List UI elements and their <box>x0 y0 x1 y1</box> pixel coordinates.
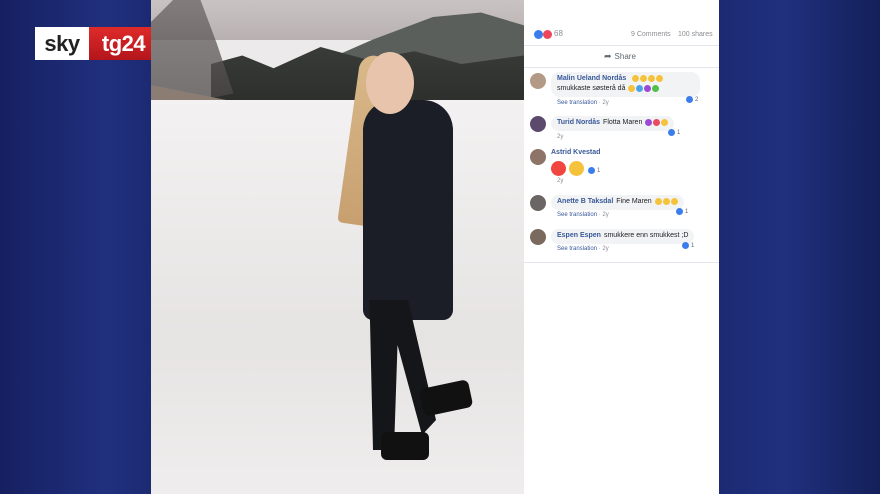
share-arrow-icon: ➦ <box>604 51 612 61</box>
comment-meta: See translation · 2y <box>557 100 609 106</box>
avatar[interactable] <box>530 229 546 245</box>
comments-count[interactable]: 9 Comments <box>631 31 671 38</box>
like-icon <box>682 242 689 249</box>
like-icon <box>588 167 595 174</box>
comment-meta: 2y <box>557 134 564 140</box>
share-button[interactable]: ➦ Share <box>604 51 636 62</box>
see-translation-link[interactable]: See translation <box>557 100 597 106</box>
action-bar: ➦ Share <box>524 45 719 68</box>
post-photo <box>151 0 524 494</box>
left-background-panel <box>0 0 151 494</box>
logo-sky-text: sky <box>35 27 89 60</box>
comment-author[interactable]: Astrid Kvestad <box>551 149 600 156</box>
comment-text: smukkaste søsterå då <box>557 85 626 92</box>
comment-meta: See translation · 2y <box>557 212 609 218</box>
comment-text: Fine Maren <box>616 198 652 205</box>
shares-count[interactable]: 100 shares <box>678 31 713 38</box>
panel-divider <box>524 262 719 263</box>
comment-emojis <box>551 160 587 178</box>
like-icon <box>676 208 683 215</box>
like-icon <box>686 96 693 103</box>
comment-bubble: Turid Nordås Flotta Maren <box>551 116 675 131</box>
comment-meta: 2y <box>557 178 564 184</box>
comment-reactions[interactable]: 1 <box>676 208 688 215</box>
comment-author[interactable]: Turid Nordås <box>557 119 600 126</box>
comment-reactions[interactable]: 1 <box>682 242 694 249</box>
avatar[interactable] <box>530 116 546 132</box>
comment-author[interactable]: Malin Ueland Nordås <box>557 75 626 82</box>
comment-bubble: Espen Espen smukkere enn smukkest ;D <box>551 229 695 244</box>
avatar[interactable] <box>530 149 546 165</box>
facebook-comments-panel: 68 9 Comments 100 shares ➦ Share Malin Ue… <box>524 0 719 494</box>
comment-meta: See translation · 2y <box>557 246 609 252</box>
comment-text: smukkere enn smukkest ;D <box>603 232 689 239</box>
avatar[interactable] <box>530 73 546 89</box>
see-translation-link[interactable]: See translation <box>557 212 597 218</box>
comment-author[interactable]: Espen Espen <box>557 232 601 239</box>
see-translation-link[interactable]: See translation <box>557 246 597 252</box>
comment-bubble: Malin Ueland Nordås smukkaste søsterå då <box>551 72 700 97</box>
love-reaction-icon <box>543 30 552 39</box>
comment-author[interactable]: Anette B Taksdal <box>557 198 613 205</box>
comment-text: Flotta Maren <box>603 119 643 126</box>
comment-reactions[interactable]: 1 <box>668 129 680 136</box>
right-background-panel <box>719 0 880 494</box>
comment-reactions[interactable]: 2 <box>686 96 698 103</box>
like-reaction-icon <box>534 30 543 39</box>
like-icon <box>668 129 675 136</box>
avatar[interactable] <box>530 195 546 211</box>
reaction-count[interactable]: 68 <box>554 29 563 38</box>
post-stats-bar: 68 9 Comments 100 shares <box>524 0 719 46</box>
skytg24-logo: sky tg24 <box>35 27 158 60</box>
logo-tg24-text: tg24 <box>89 27 158 60</box>
comment-bubble: Anette B Taksdal Fine Maren <box>551 195 684 210</box>
comment-reactions[interactable]: 1 <box>588 167 600 174</box>
